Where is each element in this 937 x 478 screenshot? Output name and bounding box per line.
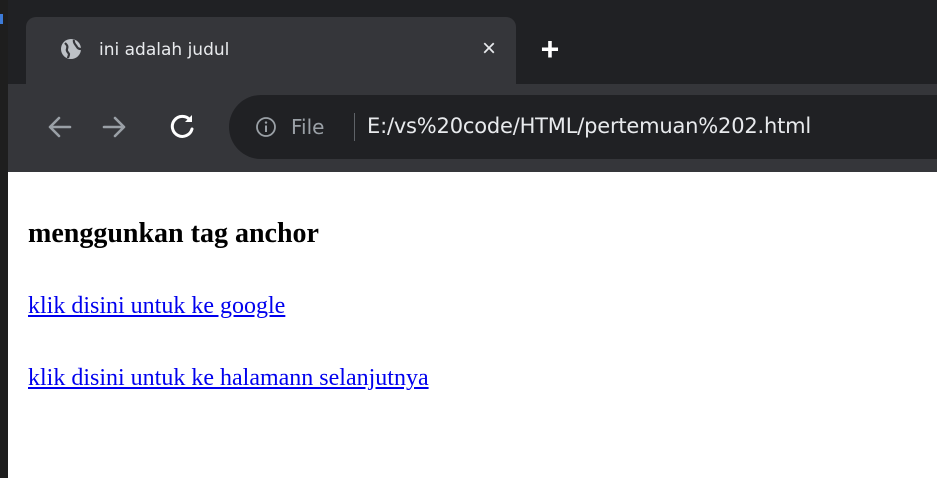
- reload-icon[interactable]: [166, 111, 198, 143]
- url-text[interactable]: E:/vs%20code/HTML/pertemuan%202.html: [367, 114, 811, 138]
- new-tab-button[interactable]: +: [535, 33, 565, 65]
- next-page-link[interactable]: klik disini untuk ke halamann selanjutny…: [28, 365, 429, 392]
- address-bar[interactable]: File E:/vs%20code/HTML/pertemuan%202.htm…: [229, 95, 937, 159]
- address-divider: [354, 113, 355, 141]
- close-tab-icon[interactable]: ×: [475, 35, 503, 63]
- tab-title: ini adalah judul: [99, 40, 230, 60]
- editor-edge: [0, 0, 8, 478]
- arrow-right-icon[interactable]: [98, 111, 130, 143]
- scheme-label: File: [291, 115, 325, 139]
- google-link[interactable]: klik disini untuk ke google: [28, 293, 285, 320]
- browser-tab[interactable]: ini adalah judul ×: [26, 17, 516, 84]
- browser-toolbar: File E:/vs%20code/HTML/pertemuan%202.htm…: [8, 84, 937, 172]
- tab-strip: ini adalah judul × +: [8, 0, 937, 84]
- page-content: menggunkan tag anchor klik disini untuk …: [8, 172, 937, 478]
- globe-icon: [61, 39, 82, 59]
- page-heading: menggunkan tag anchor: [28, 218, 319, 249]
- browser-window: ini adalah judul × + File E:/vs%20code/H…: [8, 0, 937, 478]
- arrow-left-icon[interactable]: [44, 111, 76, 143]
- info-icon[interactable]: [255, 116, 277, 138]
- editor-edge-accent: [0, 14, 3, 24]
